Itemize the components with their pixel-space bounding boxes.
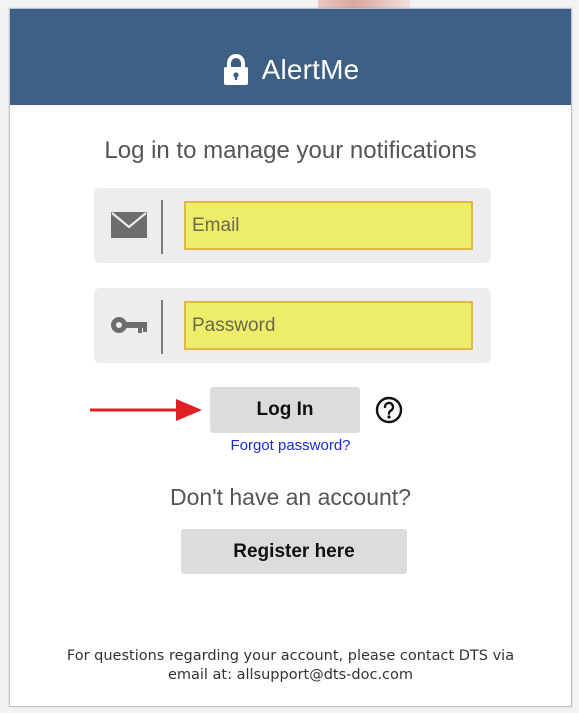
email-input[interactable] [184,201,473,250]
header-brand: AlertMe [222,54,360,86]
password-input[interactable] [184,301,473,350]
email-field-row [94,188,491,263]
envelope-icon [108,207,150,243]
register-button[interactable]: Register here [181,529,407,574]
login-dialog: AlertMe Log in to manage your notificati… [9,8,572,707]
red-arrow-icon [90,399,202,421]
key-icon [108,307,150,343]
email-field-divider [161,200,163,254]
password-field-divider [161,300,163,354]
no-account-prompt: Don't have an account? [170,484,411,510]
support-note-line-1: For questions regarding your account, pl… [66,648,515,664]
password-field-row [94,288,491,363]
login-action-row: Log In [10,387,571,433]
support-note-line-2: email at: allsupport@dts-doc.com [167,667,414,683]
login-button[interactable]: Log In [210,387,360,433]
lock-icon [223,54,248,85]
forgot-password-link[interactable]: Forgot password? [10,437,571,454]
question-circle-icon[interactable] [375,396,403,424]
dialog-header: AlertMe [10,9,571,105]
app-title: AlertMe [261,54,360,85]
login-subtitle: Log in to manage your notifications [104,137,477,164]
support-contact-note: For questions regarding your account, pl… [10,647,571,685]
